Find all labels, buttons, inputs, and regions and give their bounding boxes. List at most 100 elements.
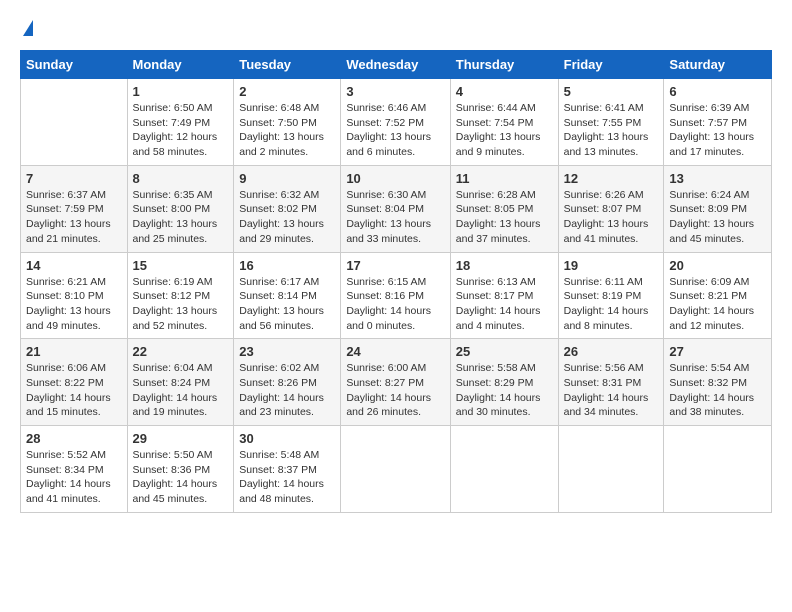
day-number: 15	[133, 258, 229, 273]
day-number: 23	[239, 344, 335, 359]
day-cell: 14 Sunrise: 6:21 AM Sunset: 8:10 PM Dayli…	[21, 252, 128, 339]
day-number: 4	[456, 84, 553, 99]
day-cell: 20 Sunrise: 6:09 AM Sunset: 8:21 PM Dayli…	[664, 252, 772, 339]
day-cell: 16 Sunrise: 6:17 AM Sunset: 8:14 PM Dayli…	[234, 252, 341, 339]
header-cell-thursday: Thursday	[450, 51, 558, 79]
day-number: 16	[239, 258, 335, 273]
header-cell-monday: Monday	[127, 51, 234, 79]
week-row-3: 14 Sunrise: 6:21 AM Sunset: 8:10 PM Dayli…	[21, 252, 772, 339]
day-number: 2	[239, 84, 335, 99]
day-number: 1	[133, 84, 229, 99]
day-cell: 7 Sunrise: 6:37 AM Sunset: 7:59 PM Daylig…	[21, 165, 128, 252]
day-info: Sunrise: 5:54 AM Sunset: 8:32 PM Dayligh…	[669, 361, 766, 420]
day-cell: 26 Sunrise: 5:56 AM Sunset: 8:31 PM Dayli…	[558, 339, 664, 426]
day-info: Sunrise: 6:19 AM Sunset: 8:12 PM Dayligh…	[133, 275, 229, 334]
day-number: 5	[564, 84, 659, 99]
day-cell	[21, 79, 128, 166]
day-cell: 22 Sunrise: 6:04 AM Sunset: 8:24 PM Dayli…	[127, 339, 234, 426]
day-info: Sunrise: 6:21 AM Sunset: 8:10 PM Dayligh…	[26, 275, 122, 334]
day-info: Sunrise: 6:50 AM Sunset: 7:49 PM Dayligh…	[133, 101, 229, 160]
day-number: 8	[133, 171, 229, 186]
day-cell: 17Sunrise: 6:15 AM Sunset: 8:16 PM Dayli…	[341, 252, 450, 339]
day-info: Sunrise: 6:04 AM Sunset: 8:24 PM Dayligh…	[133, 361, 229, 420]
day-info: Sunrise: 6:11 AM Sunset: 8:19 PM Dayligh…	[564, 275, 659, 334]
header-row: SundayMondayTuesdayWednesdayThursdayFrid…	[21, 51, 772, 79]
day-info: Sunrise: 6:24 AM Sunset: 8:09 PM Dayligh…	[669, 188, 766, 247]
day-cell	[558, 426, 664, 513]
day-number: 25	[456, 344, 553, 359]
day-info: Sunrise: 6:00 AM Sunset: 8:27 PM Dayligh…	[346, 361, 444, 420]
day-number: 18	[456, 258, 553, 273]
day-cell: 8 Sunrise: 6:35 AM Sunset: 8:00 PM Daylig…	[127, 165, 234, 252]
day-info: Sunrise: 6:15 AM Sunset: 8:16 PM Dayligh…	[346, 275, 444, 334]
header	[20, 20, 772, 40]
day-cell: 23 Sunrise: 6:02 AM Sunset: 8:26 PM Dayli…	[234, 339, 341, 426]
day-number: 24	[346, 344, 444, 359]
day-info: Sunrise: 6:48 AM Sunset: 7:50 PM Dayligh…	[239, 101, 335, 160]
day-number: 12	[564, 171, 659, 186]
day-number: 27	[669, 344, 766, 359]
day-cell: 25 Sunrise: 5:58 AM Sunset: 8:29 PM Dayli…	[450, 339, 558, 426]
week-row-2: 7 Sunrise: 6:37 AM Sunset: 7:59 PM Daylig…	[21, 165, 772, 252]
day-cell: 18 Sunrise: 6:13 AM Sunset: 8:17 PM Dayli…	[450, 252, 558, 339]
day-number: 11	[456, 171, 553, 186]
day-cell: 12Sunrise: 6:26 AM Sunset: 8:07 PM Dayli…	[558, 165, 664, 252]
logo-icon	[23, 20, 33, 36]
day-cell: 3Sunrise: 6:46 AM Sunset: 7:52 PM Daylig…	[341, 79, 450, 166]
day-cell: 21 Sunrise: 6:06 AM Sunset: 8:22 PM Dayli…	[21, 339, 128, 426]
day-info: Sunrise: 6:32 AM Sunset: 8:02 PM Dayligh…	[239, 188, 335, 247]
week-row-4: 21 Sunrise: 6:06 AM Sunset: 8:22 PM Dayli…	[21, 339, 772, 426]
day-cell	[450, 426, 558, 513]
day-number: 29	[133, 431, 229, 446]
day-number: 28	[26, 431, 122, 446]
day-info: Sunrise: 6:02 AM Sunset: 8:26 PM Dayligh…	[239, 361, 335, 420]
day-info: Sunrise: 6:17 AM Sunset: 8:14 PM Dayligh…	[239, 275, 335, 334]
day-info: Sunrise: 5:56 AM Sunset: 8:31 PM Dayligh…	[564, 361, 659, 420]
day-number: 19	[564, 258, 659, 273]
day-cell: 9 Sunrise: 6:32 AM Sunset: 8:02 PM Daylig…	[234, 165, 341, 252]
day-number: 30	[239, 431, 335, 446]
day-cell: 15 Sunrise: 6:19 AM Sunset: 8:12 PM Dayli…	[127, 252, 234, 339]
day-info: Sunrise: 6:39 AM Sunset: 7:57 PM Dayligh…	[669, 101, 766, 160]
day-number: 20	[669, 258, 766, 273]
day-number: 21	[26, 344, 122, 359]
day-cell: 11 Sunrise: 6:28 AM Sunset: 8:05 PM Dayli…	[450, 165, 558, 252]
day-info: Sunrise: 5:52 AM Sunset: 8:34 PM Dayligh…	[26, 448, 122, 507]
day-cell: 6Sunrise: 6:39 AM Sunset: 7:57 PM Daylig…	[664, 79, 772, 166]
day-info: Sunrise: 6:28 AM Sunset: 8:05 PM Dayligh…	[456, 188, 553, 247]
day-info: Sunrise: 5:58 AM Sunset: 8:29 PM Dayligh…	[456, 361, 553, 420]
header-cell-saturday: Saturday	[664, 51, 772, 79]
day-cell	[341, 426, 450, 513]
day-info: Sunrise: 5:50 AM Sunset: 8:36 PM Dayligh…	[133, 448, 229, 507]
day-cell: 2 Sunrise: 6:48 AM Sunset: 7:50 PM Daylig…	[234, 79, 341, 166]
day-info: Sunrise: 6:35 AM Sunset: 8:00 PM Dayligh…	[133, 188, 229, 247]
day-info: Sunrise: 6:37 AM Sunset: 7:59 PM Dayligh…	[26, 188, 122, 247]
day-number: 13	[669, 171, 766, 186]
day-cell: 29 Sunrise: 5:50 AM Sunset: 8:36 PM Dayli…	[127, 426, 234, 513]
day-cell: 13 Sunrise: 6:24 AM Sunset: 8:09 PM Dayli…	[664, 165, 772, 252]
day-number: 10	[346, 171, 444, 186]
day-cell: 24 Sunrise: 6:00 AM Sunset: 8:27 PM Dayli…	[341, 339, 450, 426]
day-number: 9	[239, 171, 335, 186]
header-cell-wednesday: Wednesday	[341, 51, 450, 79]
day-info: Sunrise: 6:46 AM Sunset: 7:52 PM Dayligh…	[346, 101, 444, 160]
day-number: 26	[564, 344, 659, 359]
day-cell: 30 Sunrise: 5:48 AM Sunset: 8:37 PM Dayli…	[234, 426, 341, 513]
calendar-table: SundayMondayTuesdayWednesdayThursdayFrid…	[20, 50, 772, 513]
day-info: Sunrise: 5:48 AM Sunset: 8:37 PM Dayligh…	[239, 448, 335, 507]
day-number: 22	[133, 344, 229, 359]
week-row-5: 28 Sunrise: 5:52 AM Sunset: 8:34 PM Dayli…	[21, 426, 772, 513]
day-cell: 28 Sunrise: 5:52 AM Sunset: 8:34 PM Dayli…	[21, 426, 128, 513]
day-number: 7	[26, 171, 122, 186]
header-cell-friday: Friday	[558, 51, 664, 79]
day-cell: 5Sunrise: 6:41 AM Sunset: 7:55 PM Daylig…	[558, 79, 664, 166]
day-cell: 27 Sunrise: 5:54 AM Sunset: 8:32 PM Dayli…	[664, 339, 772, 426]
day-cell: 19 Sunrise: 6:11 AM Sunset: 8:19 PM Dayli…	[558, 252, 664, 339]
day-info: Sunrise: 6:06 AM Sunset: 8:22 PM Dayligh…	[26, 361, 122, 420]
day-info: Sunrise: 6:09 AM Sunset: 8:21 PM Dayligh…	[669, 275, 766, 334]
day-info: Sunrise: 6:13 AM Sunset: 8:17 PM Dayligh…	[456, 275, 553, 334]
logo	[20, 20, 33, 40]
day-info: Sunrise: 6:44 AM Sunset: 7:54 PM Dayligh…	[456, 101, 553, 160]
header-cell-tuesday: Tuesday	[234, 51, 341, 79]
day-number: 14	[26, 258, 122, 273]
